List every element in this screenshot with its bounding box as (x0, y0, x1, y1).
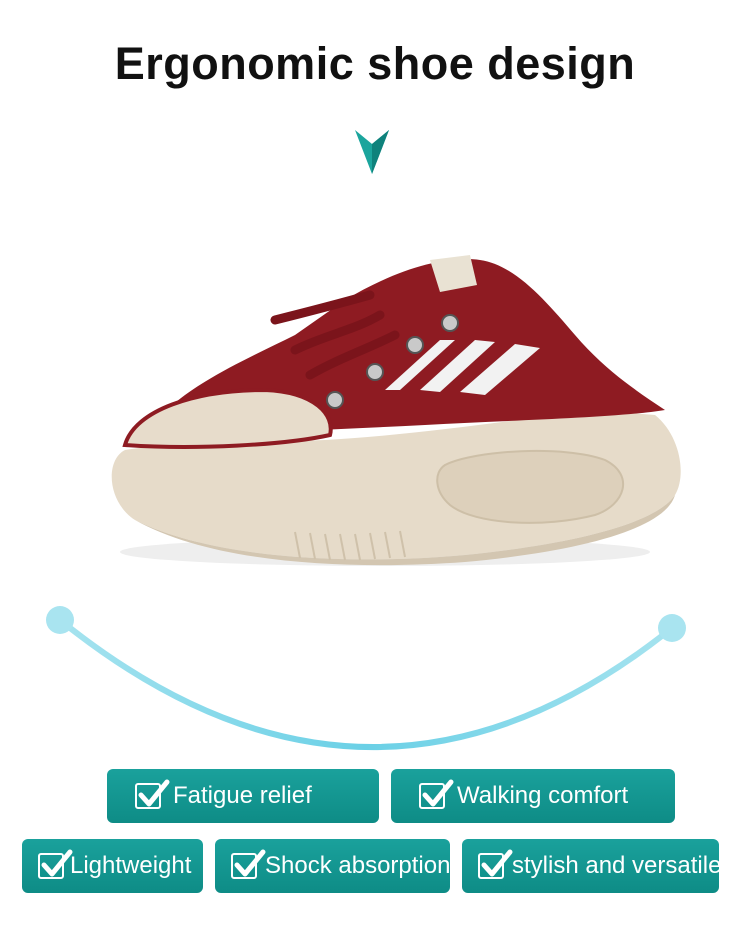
chevron-down-icon (355, 130, 389, 174)
checkbox-check-icon (135, 779, 170, 809)
curve-graphic (46, 606, 686, 750)
feature-badge-fatigue-relief: Fatigue relief (107, 769, 379, 823)
feature-label: Fatigue relief (173, 782, 312, 809)
checkbox-check-icon (38, 849, 73, 879)
feature-label: Shock absorption (265, 852, 451, 879)
checkbox-check-icon (478, 849, 513, 879)
feature-badge-shock-absorption: Shock absorption (215, 839, 450, 893)
feature-badge-stylish-versatile: stylish and versatile (462, 839, 722, 893)
checkbox-check-icon (419, 779, 454, 809)
checkbox-check-icon (231, 849, 266, 879)
feature-label: Lightweight (70, 852, 192, 879)
shoe-image (111, 255, 681, 566)
feature-badge-walking-comfort: Walking comfort (391, 769, 675, 823)
feature-badge-lightweight: Lightweight (22, 839, 203, 893)
feature-label: Walking comfort (457, 782, 629, 809)
feature-label: stylish and versatile (512, 852, 722, 879)
page-title: Ergonomic shoe design (114, 38, 636, 89)
